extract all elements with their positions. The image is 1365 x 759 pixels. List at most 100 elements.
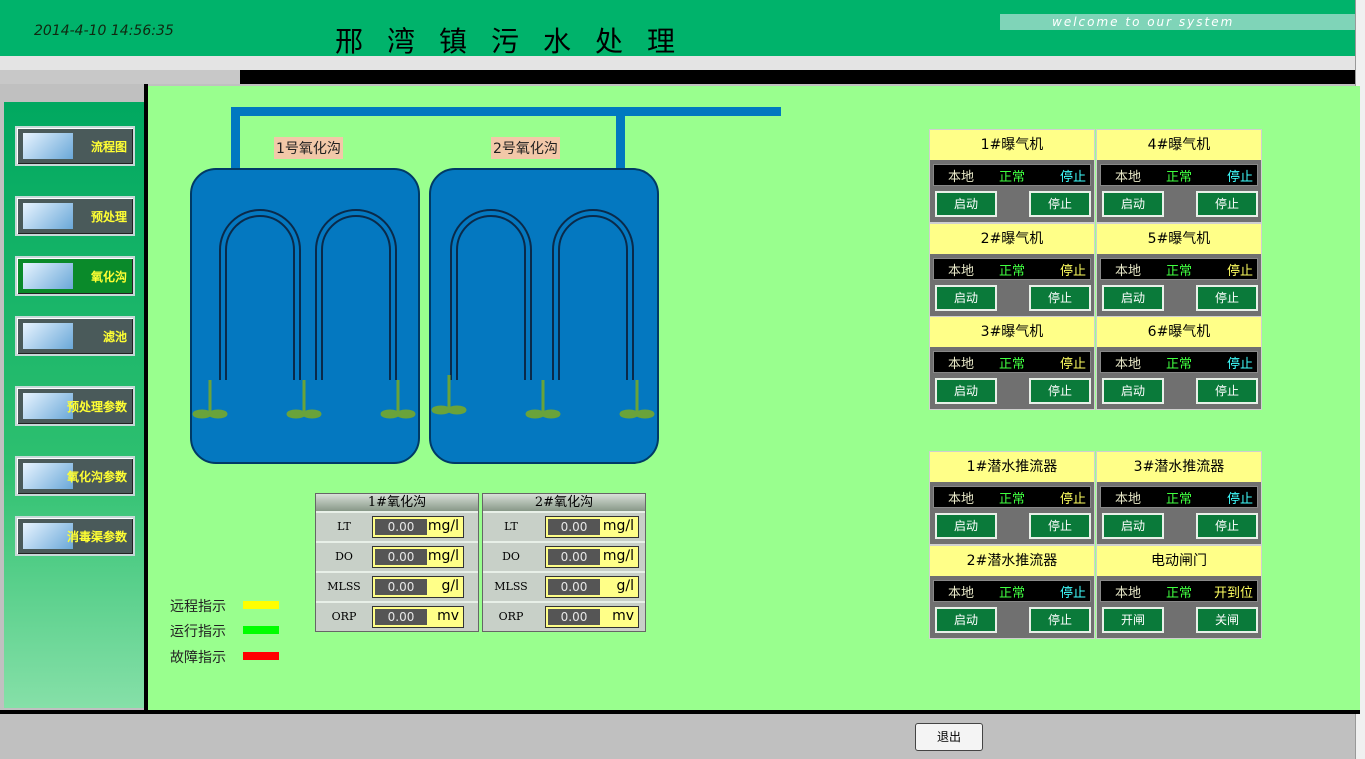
welcome-text: welcome to our system bbox=[1052, 15, 1235, 29]
device-name: 1#潜水推流器 bbox=[930, 452, 1094, 482]
nav-label: 氧化沟 bbox=[90, 270, 127, 284]
nav-filter-button[interactable]: 滤池 bbox=[15, 316, 135, 356]
aerator-4-panel: 4#曝气机 本地 正常 停止 启动 停止 bbox=[1096, 129, 1262, 223]
run-text: 停止 bbox=[1226, 492, 1253, 507]
sensor-unit: mg/l bbox=[602, 548, 634, 564]
close-gate-button[interactable]: 关闸 bbox=[1196, 607, 1258, 633]
sensor-value-box: 0.00 g/l bbox=[545, 576, 639, 598]
flowchart-thumb-icon bbox=[23, 133, 73, 159]
device-name: 4#曝气机 bbox=[1097, 130, 1261, 160]
start-button[interactable]: 启动 bbox=[935, 378, 997, 404]
start-button[interactable]: 启动 bbox=[1102, 378, 1164, 404]
start-button[interactable]: 启动 bbox=[935, 607, 997, 633]
state-text: 正常 bbox=[999, 357, 1026, 372]
sensor-unit: mg/l bbox=[427, 518, 459, 534]
device-name: 2#潜水推流器 bbox=[930, 546, 1094, 576]
nav-label: 消毒渠参数 bbox=[66, 530, 127, 544]
stop-button[interactable]: 停止 bbox=[1029, 607, 1091, 633]
state-text: 正常 bbox=[999, 492, 1026, 507]
sensor-value-box: 0.00 mg/l bbox=[545, 546, 639, 568]
ditch-1-label: 1号氧化沟 bbox=[274, 137, 343, 159]
sensor-value-box: 0.00 mg/l bbox=[545, 516, 639, 538]
start-button[interactable]: 启动 bbox=[1102, 285, 1164, 311]
aerator-3-panel: 3#曝气机 本地 正常 停止 启动 停止 bbox=[929, 316, 1095, 410]
nav-label: 氧化沟参数 bbox=[66, 470, 127, 484]
pusher-2-panel: 2#潜水推流器 本地 正常 停止 启动 停止 bbox=[929, 545, 1095, 639]
oxidation-ditch-thumb-icon bbox=[23, 263, 73, 289]
mode-text: 本地 bbox=[1115, 586, 1142, 601]
ditch-1-baffles bbox=[192, 209, 416, 419]
mode-text: 本地 bbox=[948, 492, 975, 507]
nav-oxidation-ditch-button[interactable]: 氧化沟 bbox=[15, 256, 135, 296]
stop-button[interactable]: 停止 bbox=[1196, 191, 1258, 217]
device-name: 6#曝气机 bbox=[1097, 317, 1261, 347]
sensor-value: 0.00 bbox=[548, 519, 600, 535]
sensor-key: DO bbox=[502, 550, 520, 563]
state-text: 正常 bbox=[999, 586, 1026, 601]
stop-button[interactable]: 停止 bbox=[1029, 513, 1091, 539]
device-status: 本地 正常 停止 bbox=[1100, 486, 1258, 508]
inlet-pipe bbox=[231, 107, 781, 116]
start-button[interactable]: 启动 bbox=[935, 285, 997, 311]
nav-flowchart-button[interactable]: 流程图 bbox=[15, 126, 135, 166]
mode-text: 本地 bbox=[1115, 357, 1142, 372]
pretreatment-params-thumb-icon bbox=[23, 393, 73, 419]
sensor-value: 0.00 bbox=[375, 579, 427, 595]
exit-button[interactable]: 退出 bbox=[915, 723, 983, 751]
device-name: 1#曝气机 bbox=[930, 130, 1094, 160]
nav-pretreatment-button[interactable]: 预处理 bbox=[15, 196, 135, 236]
aerator-5-panel: 5#曝气机 本地 正常 停止 启动 停止 bbox=[1096, 223, 1262, 317]
sensor-unit: g/l bbox=[441, 578, 460, 594]
datetime-display: 2014-4-10 14:56:35 bbox=[34, 23, 174, 39]
stop-button[interactable]: 停止 bbox=[1029, 191, 1091, 217]
nav-disinfection-params-button[interactable]: 消毒渠参数 bbox=[15, 516, 135, 556]
device-status: 本地 正常 停止 bbox=[933, 580, 1091, 602]
stop-button[interactable]: 停止 bbox=[1196, 513, 1258, 539]
state-text: 正常 bbox=[999, 264, 1026, 279]
device-status: 本地 正常 停止 bbox=[1100, 164, 1258, 186]
legend-remote-label: 远程指示 bbox=[170, 599, 226, 615]
start-button[interactable]: 启动 bbox=[1102, 513, 1164, 539]
sensor-value-box: 0.00 mv bbox=[545, 606, 639, 628]
stop-button[interactable]: 停止 bbox=[1029, 285, 1091, 311]
stop-button[interactable]: 停止 bbox=[1196, 285, 1258, 311]
sensor-table-title: 1#氧化沟 bbox=[316, 494, 478, 511]
sensor-table-ditch-2: 2#氧化沟 LT 0.00 mg/l DO 0.00 mg/l MLSS 0.00 g/l … bbox=[482, 493, 646, 632]
mode-text: 本地 bbox=[1115, 170, 1142, 185]
device-name: 5#曝气机 bbox=[1097, 224, 1261, 254]
start-button[interactable]: 启动 bbox=[935, 513, 997, 539]
run-text: 停止 bbox=[1059, 170, 1086, 185]
state-text: 正常 bbox=[1166, 586, 1193, 601]
mode-text: 本地 bbox=[1115, 264, 1142, 279]
device-name: 3#曝气机 bbox=[930, 317, 1094, 347]
device-status: 本地 正常 停止 bbox=[1100, 258, 1258, 280]
sensor-key: MLSS bbox=[494, 580, 528, 593]
mode-text: 本地 bbox=[948, 586, 975, 601]
state-text: 正常 bbox=[1166, 170, 1193, 185]
ditch-2-label: 2号氧化沟 bbox=[491, 137, 560, 159]
nav-label: 滤池 bbox=[102, 330, 127, 344]
mode-text: 本地 bbox=[948, 170, 975, 185]
filter-thumb-icon bbox=[23, 323, 73, 349]
device-name: 2#曝气机 bbox=[930, 224, 1094, 254]
sensor-row: MLSS 0.00 g/l bbox=[483, 571, 645, 601]
open-gate-button[interactable]: 开闸 bbox=[1102, 607, 1164, 633]
footer-bar bbox=[0, 714, 1355, 759]
nav-pretreatment-params-button[interactable]: 预处理参数 bbox=[15, 386, 135, 426]
stop-button[interactable]: 停止 bbox=[1196, 378, 1258, 404]
start-button[interactable]: 启动 bbox=[935, 191, 997, 217]
nav-oxidation-params-button[interactable]: 氧化沟参数 bbox=[15, 456, 135, 496]
sensor-value: 0.00 bbox=[375, 609, 427, 625]
pretreatment-thumb-icon bbox=[23, 203, 73, 229]
stop-button[interactable]: 停止 bbox=[1029, 378, 1091, 404]
run-text: 停止 bbox=[1059, 264, 1086, 279]
sensor-row: DO 0.00 mg/l bbox=[316, 541, 478, 571]
sensor-key: ORP bbox=[331, 610, 357, 623]
legend-running-label: 运行指示 bbox=[170, 624, 226, 640]
sensor-row: MLSS 0.00 g/l bbox=[316, 571, 478, 601]
start-button[interactable]: 启动 bbox=[1102, 191, 1164, 217]
nav-label: 预处理 bbox=[90, 210, 127, 224]
legend-fault-swatch bbox=[243, 652, 279, 660]
device-status: 本地 正常 停止 bbox=[933, 258, 1091, 280]
pusher-1-panel: 1#潜水推流器 本地 正常 停止 启动 停止 bbox=[929, 451, 1095, 545]
